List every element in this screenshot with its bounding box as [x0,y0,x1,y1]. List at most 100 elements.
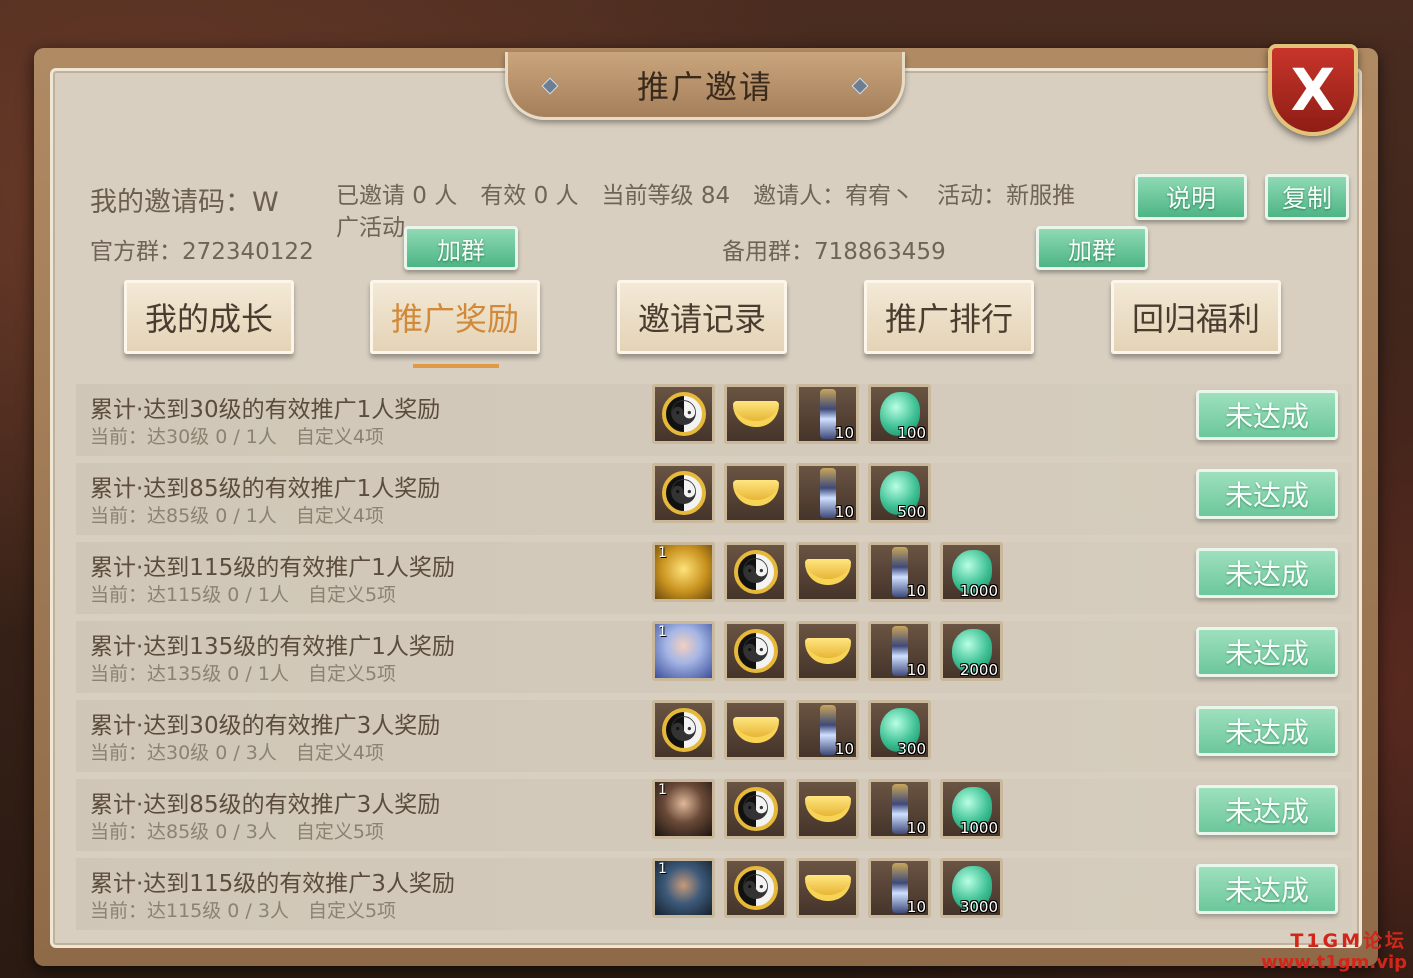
tab-invite-records[interactable]: 邀请记录 [617,280,787,354]
reward-item[interactable]: ☯ [724,542,787,602]
item-level: 1 [658,782,667,798]
reward-item[interactable] [796,621,859,681]
item-count: 300 [897,740,926,758]
item-count: 1000 [959,582,998,600]
reward-item[interactable]: 10 [796,463,859,523]
claim-status-button[interactable]: 未达成 [1196,548,1338,598]
scroll-icon [819,705,836,755]
claim-status-button[interactable]: 未达成 [1196,627,1338,677]
gem-icon [851,77,869,95]
item-level: 1 [658,545,667,561]
reward-item[interactable]: 1 [652,858,715,918]
reward-title: 累计·达到115级的有效推广1人奖励 [90,555,455,581]
close-button[interactable]: X [1268,44,1358,136]
join-backup-group-button[interactable]: 加群 [1036,226,1148,270]
watermark: T1GM论坛 www.t1gm.vip [1261,930,1407,974]
reward-title: 累计·达到85级的有效推广3人奖励 [90,792,441,818]
reward-item[interactable] [724,700,787,760]
reward-item[interactable]: 1000 [940,542,1003,602]
tab-return-benefits[interactable]: 回归福利 [1111,280,1281,354]
reward-item[interactable]: 1 [652,542,715,602]
reward-items: 1 ☯ 10 2000 [652,621,1003,681]
reward-progress: 当前：达85级 0 / 1人 自定义4项 [90,505,384,527]
item-count: 10 [906,661,926,679]
taiji-icon: ☯ [661,471,706,515]
reward-item[interactable]: 10 [796,384,859,444]
copy-button[interactable]: 复制 [1265,174,1349,220]
backup-group: 备用群：718863459 [722,239,946,265]
claim-status-button[interactable]: 未达成 [1196,785,1338,835]
reward-item[interactable]: ☯ [724,779,787,839]
reward-item[interactable]: 3000 [940,858,1003,918]
item-count: 10 [906,582,926,600]
scroll-icon [891,863,908,913]
gold-ingot-icon [804,638,851,664]
item-level: 1 [658,861,667,877]
reward-item[interactable] [724,384,787,444]
reward-row: 累计·达到85级的有效推广3人奖励 当前：达85级 0 / 3人 自定义5项 1 ☯ 1… [76,779,1352,851]
scroll-icon [891,547,908,597]
reward-item[interactable]: ☯ [652,384,715,444]
watermark-line-2: www.t1gm.vip [1261,952,1407,973]
reward-item[interactable]: ☯ [724,621,787,681]
reward-item[interactable]: 2000 [940,621,1003,681]
claim-status-button[interactable]: 未达成 [1196,469,1338,519]
dialog-title: 推广邀请 [636,67,773,106]
watermark-line-1: T1GM论坛 [1290,930,1407,952]
reward-title: 累计·达到115级的有效推广3人奖励 [90,871,455,897]
reward-item[interactable]: 10 [868,542,931,602]
active-tab-indicator [413,364,499,368]
item-count: 10 [834,503,854,521]
reward-row: 累计·达到85级的有效推广1人奖励当前：达85级 0 / 1人 自定义4项 ☯ 10… [76,463,1352,535]
reward-item[interactable]: 10 [868,858,931,918]
reward-progress: 当前：达30级 0 / 1人 自定义4项 [90,426,384,448]
claim-status-button[interactable]: 未达成 [1196,390,1338,440]
claim-status-button[interactable]: 未达成 [1196,706,1338,756]
official-group: 官方群：272340122 [90,239,314,265]
tab-promotion-rewards[interactable]: 推广奖励 [370,280,540,354]
reward-items: ☯ 10 300 [652,700,931,760]
title-plaque: 推广邀请 [505,52,905,120]
reward-item[interactable] [796,779,859,839]
reward-items: 1 ☯ 10 3000 [652,858,1003,918]
explain-button[interactable]: 说明 [1135,174,1247,220]
taiji-icon: ☯ [733,866,778,910]
reward-items: ☯ 10 500 [652,463,931,523]
reward-row: 累计·达到30级的有效推广1人奖励当前：达30级 0 / 1人 自定义4项 ☯ 10… [76,384,1352,456]
reward-item[interactable]: 1 [652,621,715,681]
reward-item[interactable]: ☯ [724,858,787,918]
reward-title: 累计·达到135级的有效推广1人奖励 [90,634,455,660]
reward-item[interactable]: 10 [868,621,931,681]
reward-items: 1 ☯ 10 1000 [652,542,1003,602]
reward-item[interactable]: 10 [796,700,859,760]
tab-my-growth[interactable]: 我的成长 [124,280,294,354]
reward-item[interactable]: ☯ [652,463,715,523]
scroll-icon [819,468,836,518]
tab-promotion-ranking[interactable]: 推广排行 [864,280,1034,354]
item-count: 100 [897,424,926,442]
reward-item[interactable]: 10 [868,779,931,839]
taiji-icon: ☯ [733,787,778,831]
scroll-icon [891,626,908,676]
reward-item[interactable]: ☯ [652,700,715,760]
reward-items: ☯ 10 100 [652,384,931,444]
reward-item[interactable]: 300 [868,700,931,760]
reward-item[interactable] [724,463,787,523]
reward-item[interactable] [796,858,859,918]
gold-ingot-icon [732,401,779,427]
scroll-icon [819,389,836,439]
reward-item[interactable] [796,542,859,602]
taiji-icon: ☯ [733,629,778,673]
reward-progress: 当前：达115级 0 / 1人 自定义5项 [90,584,397,606]
reward-title: 累计·达到85级的有效推广1人奖励 [90,476,441,502]
taiji-icon: ☯ [661,392,706,436]
reward-row: 累计·达到135级的有效推广1人奖励 当前：达135级 0 / 1人 自定义5项 1… [76,621,1352,693]
reward-item[interactable]: 500 [868,463,931,523]
reward-item[interactable]: 1000 [940,779,1003,839]
reward-item[interactable]: 100 [868,384,931,444]
item-count: 3000 [959,898,998,916]
reward-title: 累计·达到30级的有效推广1人奖励 [90,397,441,423]
reward-item[interactable]: 1 [652,779,715,839]
claim-status-button[interactable]: 未达成 [1196,864,1338,914]
join-official-group-button[interactable]: 加群 [404,226,518,270]
